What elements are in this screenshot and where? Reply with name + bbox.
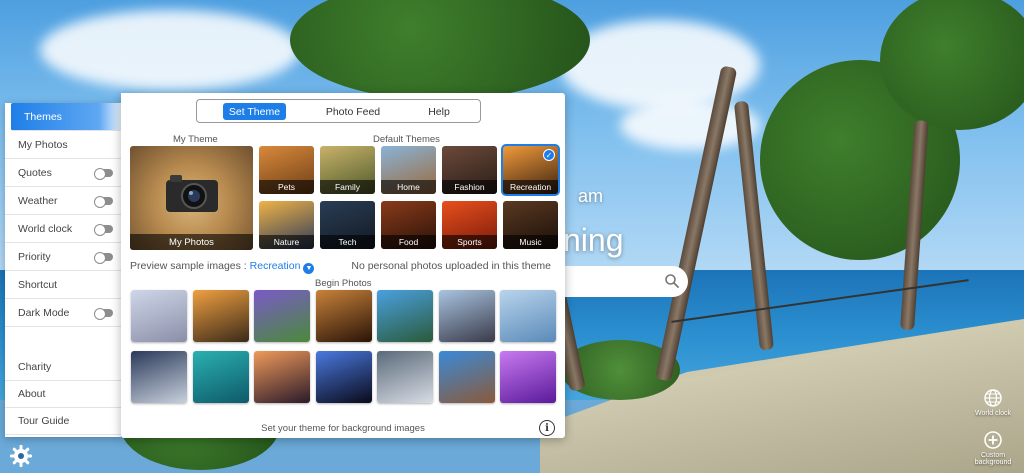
theme-caption: Fashion (442, 180, 497, 194)
sample-photo[interactable] (438, 290, 495, 342)
world-clock-label: World clock (974, 410, 1012, 417)
world-clock-widget[interactable]: World clock (968, 388, 1018, 417)
sample-photo[interactable] (254, 351, 310, 403)
sidebar-item-weather[interactable]: Weather (5, 187, 121, 215)
preview-theme-value: Recreation (249, 260, 301, 272)
greeting-text: am (578, 186, 604, 206)
sample-photo[interactable] (315, 351, 372, 403)
theme-tile-tech[interactable]: Tech (320, 201, 375, 249)
custom-background-label: Custom background (974, 452, 1012, 466)
camera-icon (166, 175, 218, 212)
theme-tile-home[interactable]: Home (381, 146, 436, 194)
theme-panel: Set Theme Photo Feed Help My Theme Defau… (121, 93, 565, 438)
sample-photo[interactable] (500, 290, 556, 342)
toggle-switch[interactable] (94, 168, 113, 180)
theme-tile-pets[interactable]: Pets (259, 146, 314, 194)
sample-photo[interactable] (315, 290, 372, 342)
theme-caption: Pets (259, 180, 314, 194)
toggle-switch[interactable] (94, 224, 113, 236)
preview-row: Preview sample images : Recreation ▼ No p… (130, 260, 560, 274)
sidebar-item-priority[interactable]: Priority (5, 243, 121, 271)
sample-photo[interactable] (438, 351, 495, 403)
globe-icon (984, 389, 1002, 407)
toggle-switch[interactable] (94, 308, 113, 320)
sidebar-item-label: My Photos (18, 138, 68, 151)
sidebar-item-label: Themes (24, 110, 62, 123)
sidebar-item-about[interactable]: About (5, 380, 121, 408)
sidebar-item-label: Quotes (18, 166, 52, 179)
search-icon[interactable] (664, 273, 680, 289)
theme-tile-family[interactable]: Family (320, 146, 375, 194)
theme-caption: Recreation (503, 180, 558, 194)
sample-photo[interactable] (254, 290, 310, 342)
toggle-switch[interactable] (94, 252, 113, 264)
sidebar-item-label: Dark Mode (18, 306, 70, 319)
sample-photo[interactable] (377, 351, 433, 403)
sidebar-item-my-photos[interactable]: My Photos (5, 131, 121, 159)
panel-footer-text: Set your theme for background images (261, 423, 425, 434)
preview-label: Preview sample images : (130, 260, 247, 272)
cloud (40, 10, 300, 90)
headline-text: ning (563, 222, 624, 258)
my-photos-tile[interactable]: My Photos (130, 146, 253, 250)
plus-circle-icon (984, 431, 1002, 449)
theme-tile-recreation[interactable]: Recreation ✓ (501, 144, 560, 196)
sample-photo[interactable] (131, 351, 187, 403)
sidebar-item-shortcut[interactable]: Shortcut (5, 271, 121, 299)
settings-sidebar: Themes My Photos Quotes Weather World clock P… (5, 103, 121, 437)
sample-photo[interactable] (192, 290, 249, 342)
sidebar-item-label: About (18, 387, 46, 400)
sample-photo[interactable] (500, 351, 556, 403)
theme-caption: Tech (320, 235, 375, 249)
tab-set-theme[interactable]: Set Theme (223, 103, 286, 120)
theme-tile-nature[interactable]: Nature (259, 201, 314, 249)
custom-background-widget[interactable]: Custom background (968, 430, 1018, 466)
gear-icon[interactable] (9, 444, 33, 468)
sidebar-item-world-clock[interactable]: World clock (5, 215, 121, 243)
my-theme-label: My Theme (173, 134, 218, 145)
sidebar-item-quotes[interactable]: Quotes (5, 159, 121, 187)
theme-tile-fashion[interactable]: Fashion (442, 146, 497, 194)
theme-caption: Nature (259, 235, 314, 249)
default-themes-label: Default Themes (373, 134, 440, 145)
info-icon[interactable]: i (539, 420, 555, 436)
theme-caption: Family (320, 180, 375, 194)
chevron-down-icon: ▼ (303, 263, 315, 274)
my-photos-caption: My Photos (130, 234, 253, 250)
sidebar-item-label: Shortcut (18, 278, 58, 291)
theme-caption: Sports (442, 235, 497, 249)
theme-tile-food[interactable]: Food (381, 201, 436, 249)
theme-tile-music[interactable]: Music (503, 201, 558, 249)
sidebar-item-label: Weather (18, 194, 58, 207)
theme-caption: Home (381, 180, 436, 194)
theme-caption: Food (381, 235, 436, 249)
begin-photos-label: Begin Photos (315, 278, 372, 289)
checkmark-icon: ✓ (543, 149, 555, 161)
tab-help[interactable]: Help (419, 103, 459, 120)
sample-photo[interactable] (192, 351, 249, 403)
panel-tabs: Set Theme Photo Feed Help (196, 99, 481, 123)
preview-theme-dropdown[interactable]: Recreation ▼ (249, 260, 315, 274)
sidebar-item-themes[interactable]: Themes (11, 103, 121, 131)
sidebar-item-label: Charity (18, 360, 52, 373)
sidebar-item-dark-mode[interactable]: Dark Mode (5, 299, 121, 327)
no-photos-message: No personal photos uploaded in this them… (351, 260, 551, 272)
sidebar-item-tour-guide[interactable]: Tour Guide (5, 407, 121, 435)
sample-photo[interactable] (377, 290, 433, 342)
tab-photo-feed[interactable]: Photo Feed (313, 103, 393, 120)
theme-caption: Music (503, 235, 558, 249)
sidebar-item-label: Tour Guide (18, 414, 70, 427)
sidebar-item-label: Priority (18, 250, 51, 263)
toggle-switch[interactable] (94, 196, 113, 208)
theme-tile-sports[interactable]: Sports (442, 201, 497, 249)
sample-photo[interactable] (131, 290, 187, 342)
sidebar-item-charity[interactable]: Charity (5, 353, 121, 381)
sidebar-item-label: World clock (18, 222, 73, 235)
